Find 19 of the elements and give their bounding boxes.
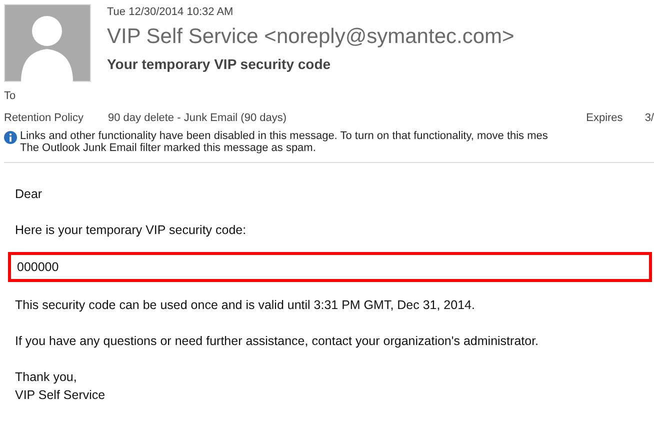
info-icon: [4, 131, 17, 144]
sent-date: Tue 12/30/2014 10:32 AM: [107, 6, 234, 18]
greeting-text: Dear: [15, 187, 44, 201]
signature-text: VIP Self Service: [15, 388, 106, 402]
questions-text: If you have any questions or need further assistance, contact your organization's administrator.: [15, 334, 540, 348]
expires-label: Expires: [586, 112, 623, 124]
avatar-icon: [4, 4, 91, 82]
closing-text: Thank you,: [15, 370, 78, 384]
security-code: 000000: [8, 252, 652, 282]
info-message: Links and other functionality have been disabled in this message. To turn on that functionality, move this mes: [20, 130, 548, 142]
info-message: The Outlook Junk Email filter marked this message as spam.: [20, 142, 317, 154]
email-subject: Your temporary VIP security code: [107, 56, 332, 72]
to-label: To: [4, 90, 16, 102]
expires-value: 3/: [644, 112, 654, 124]
validity-text: This security code can be used once and is valid until 3:31 PM GMT, Dec 31, 2014.: [15, 298, 476, 312]
retention-label: Retention Policy: [4, 112, 84, 124]
sender-name: VIP Self Service <noreply@symantec.com>: [107, 25, 514, 49]
intro-text: Here is your temporary VIP security code:: [15, 223, 248, 237]
retention-value: 90 day delete - Junk Email (90 days): [108, 112, 287, 124]
